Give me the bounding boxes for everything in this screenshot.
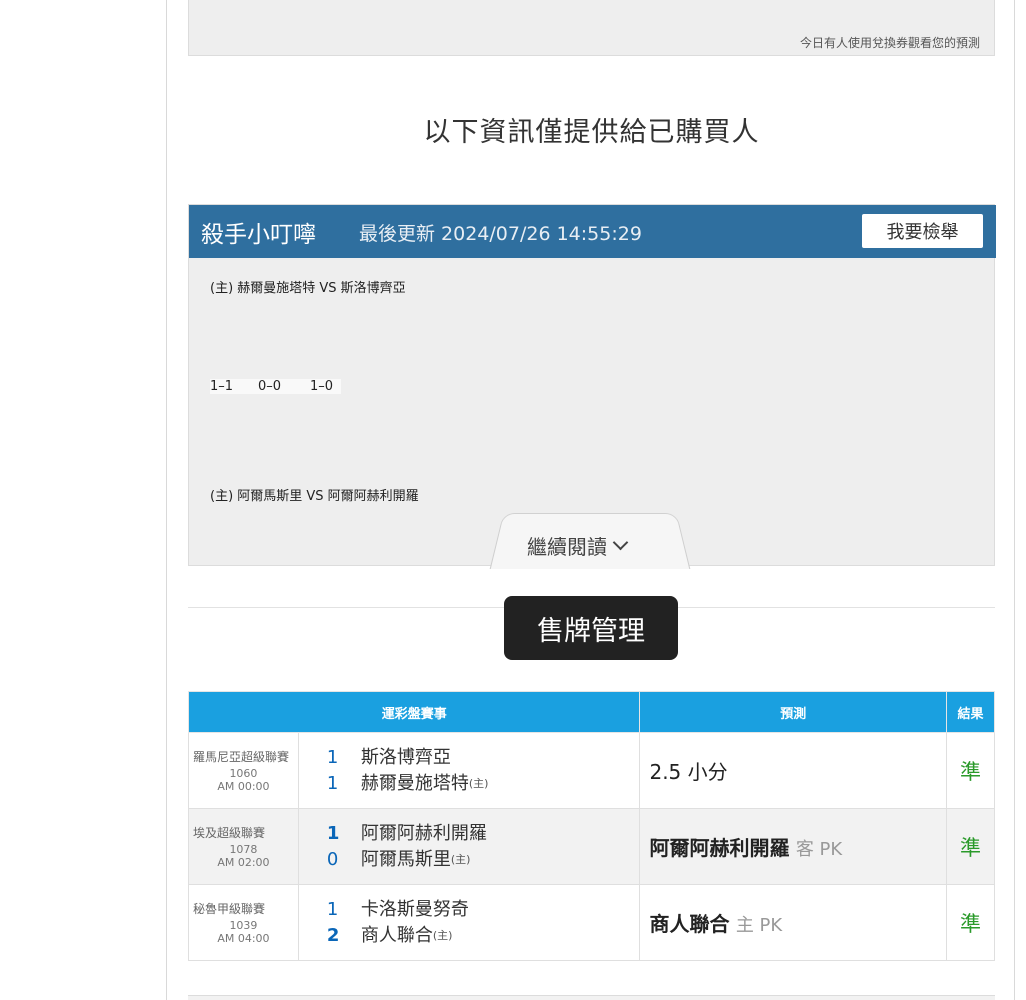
table-row: 羅馬尼亞超級聯賽 1060 AM 00:00 1 斯洛博齊亞 1 赫爾曼施塔特(… [188, 732, 995, 809]
home-team-line: 0 阿爾馬斯里 (主) [327, 847, 640, 873]
score-full: 1–1 [210, 379, 234, 394]
buyers-only-heading: 以下資訊僅提供給已購買人 [423, 117, 760, 148]
pick-main: 阿爾阿赫利開羅 [649, 836, 790, 860]
home-team-line: 1 赫爾曼施塔特 (主) [327, 771, 640, 797]
last-updated: 最後更新 2024/07/26 14:55:29 [359, 223, 642, 245]
away-team: 阿爾阿赫利開羅 [360, 822, 487, 844]
match-line-1: (主) 赫爾曼施塔特 VS 斯洛博齊亞 [210, 281, 406, 296]
game-code: 1039 [229, 918, 258, 932]
home-score: 2 [326, 924, 340, 946]
redeem-notice: 今日有人使用兌換券觀看您的預測 [799, 36, 980, 50]
prediction-cell: 商人聯合 主 PK [639, 884, 948, 961]
home-score: 0 [326, 848, 339, 870]
home-team: 商人聯合 [360, 924, 433, 946]
result-cell: 準 [946, 884, 995, 961]
prediction-cell: 2.5 小分 [639, 732, 948, 809]
league-name: 埃及超級聯賽 [193, 825, 266, 840]
league-name: 羅馬尼亞超級聯賽 [193, 749, 290, 764]
teams-cell: 1 斯洛博齊亞 1 赫爾曼施塔特 (主) [297, 732, 641, 809]
match-line-2: (主) 阿爾馬斯里 VS 阿爾阿赫利開羅 [210, 489, 419, 504]
home-marker: (主) [432, 928, 453, 942]
away-score: 1 [326, 898, 339, 920]
prediction-panel: 殺手小叮嚀 最後更新 2024/07/26 14:55:29 我要檢舉 (主) … [188, 204, 996, 570]
header-result: 結果 [946, 691, 995, 733]
result-cell: 準 [946, 732, 995, 809]
table-row: 埃及超級聯賽 1078 AM 02:00 1 阿爾阿赫利開羅 0 阿爾馬斯里 (主… [188, 808, 995, 885]
right-rail-border [1014, 0, 1015, 1000]
game-time: AM 04:00 [217, 931, 270, 945]
author-name[interactable]: 殺手小叮嚀 [201, 215, 316, 249]
away-team-line: 1 卡洛斯曼努奇 [327, 897, 640, 923]
away-score: 1 [326, 746, 339, 768]
teams-cell: 1 阿爾阿赫利開羅 0 阿爾馬斯里 (主) [297, 808, 641, 885]
league-cell: 羅馬尼亞超級聯賽 1060 AM 00:00 [188, 732, 299, 809]
away-score: 1 [326, 822, 340, 844]
sales-management-button[interactable]: 售牌管理 [504, 596, 678, 660]
score-half-2: 1–0 [310, 379, 334, 394]
next-panel-edge [188, 995, 995, 1000]
away-team: 卡洛斯曼努奇 [360, 898, 469, 920]
teams-cell: 1 卡洛斯曼努奇 2 商人聯合 (主) [297, 884, 641, 961]
header-prediction: 預測 [639, 691, 948, 733]
score-row: 1–1 0–0 1–0 [210, 379, 341, 394]
left-rail-border [166, 0, 167, 1000]
game-time: AM 02:00 [217, 855, 270, 869]
prediction-results-table: 運彩盤賽事 預測 結果 羅馬尼亞超級聯賽 1060 AM 00:00 1 斯洛博… [187, 691, 995, 961]
home-marker: (主) [450, 852, 471, 866]
result-cell: 準 [946, 808, 995, 885]
report-button[interactable]: 我要檢舉 [862, 214, 983, 248]
prediction-header: 殺手小叮嚀 最後更新 2024/07/26 14:55:29 我要檢舉 [189, 205, 996, 258]
home-team: 赫爾曼施塔特 [360, 772, 469, 794]
game-time: AM 00:00 [217, 779, 270, 793]
game-code: 1078 [229, 842, 258, 856]
prediction-cell: 阿爾阿赫利開羅 客 PK [639, 808, 948, 885]
game-code: 1060 [229, 766, 258, 780]
pick-main: 2.5 小分 [649, 760, 728, 784]
read-more-button[interactable]: 繼續閱讀 [527, 531, 629, 560]
away-team-line: 1 斯洛博齊亞 [327, 745, 640, 771]
home-team-line: 2 商人聯合 (主) [327, 923, 640, 949]
chevron-down-icon [612, 534, 629, 551]
league-cell: 秘魯甲級聯賽 1039 AM 04:00 [188, 884, 299, 961]
away-team: 斯洛博齊亞 [360, 746, 451, 768]
league-name: 秘魯甲級聯賽 [193, 901, 266, 916]
league-cell: 埃及超級聯賽 1078 AM 02:00 [188, 808, 299, 885]
header-event: 運彩盤賽事 [187, 691, 641, 733]
read-more-label: 繼續閱讀 [527, 535, 607, 559]
home-marker: (主) [468, 776, 489, 790]
pick-sub: 客 PK [795, 839, 843, 860]
away-team-line: 1 阿爾阿赫利開羅 [327, 821, 640, 847]
pick-main: 商人聯合 [649, 912, 730, 936]
score-half-1: 0–0 [258, 379, 282, 394]
pick-sub: 主 PK [735, 915, 783, 936]
home-score: 1 [326, 772, 339, 794]
previous-panel: 今日有人使用兌換券觀看您的預測 [188, 0, 995, 56]
home-team: 阿爾馬斯里 [360, 848, 451, 870]
table-row: 秘魯甲級聯賽 1039 AM 04:00 1 卡洛斯曼努奇 2 商人聯合 (主) … [188, 884, 995, 961]
